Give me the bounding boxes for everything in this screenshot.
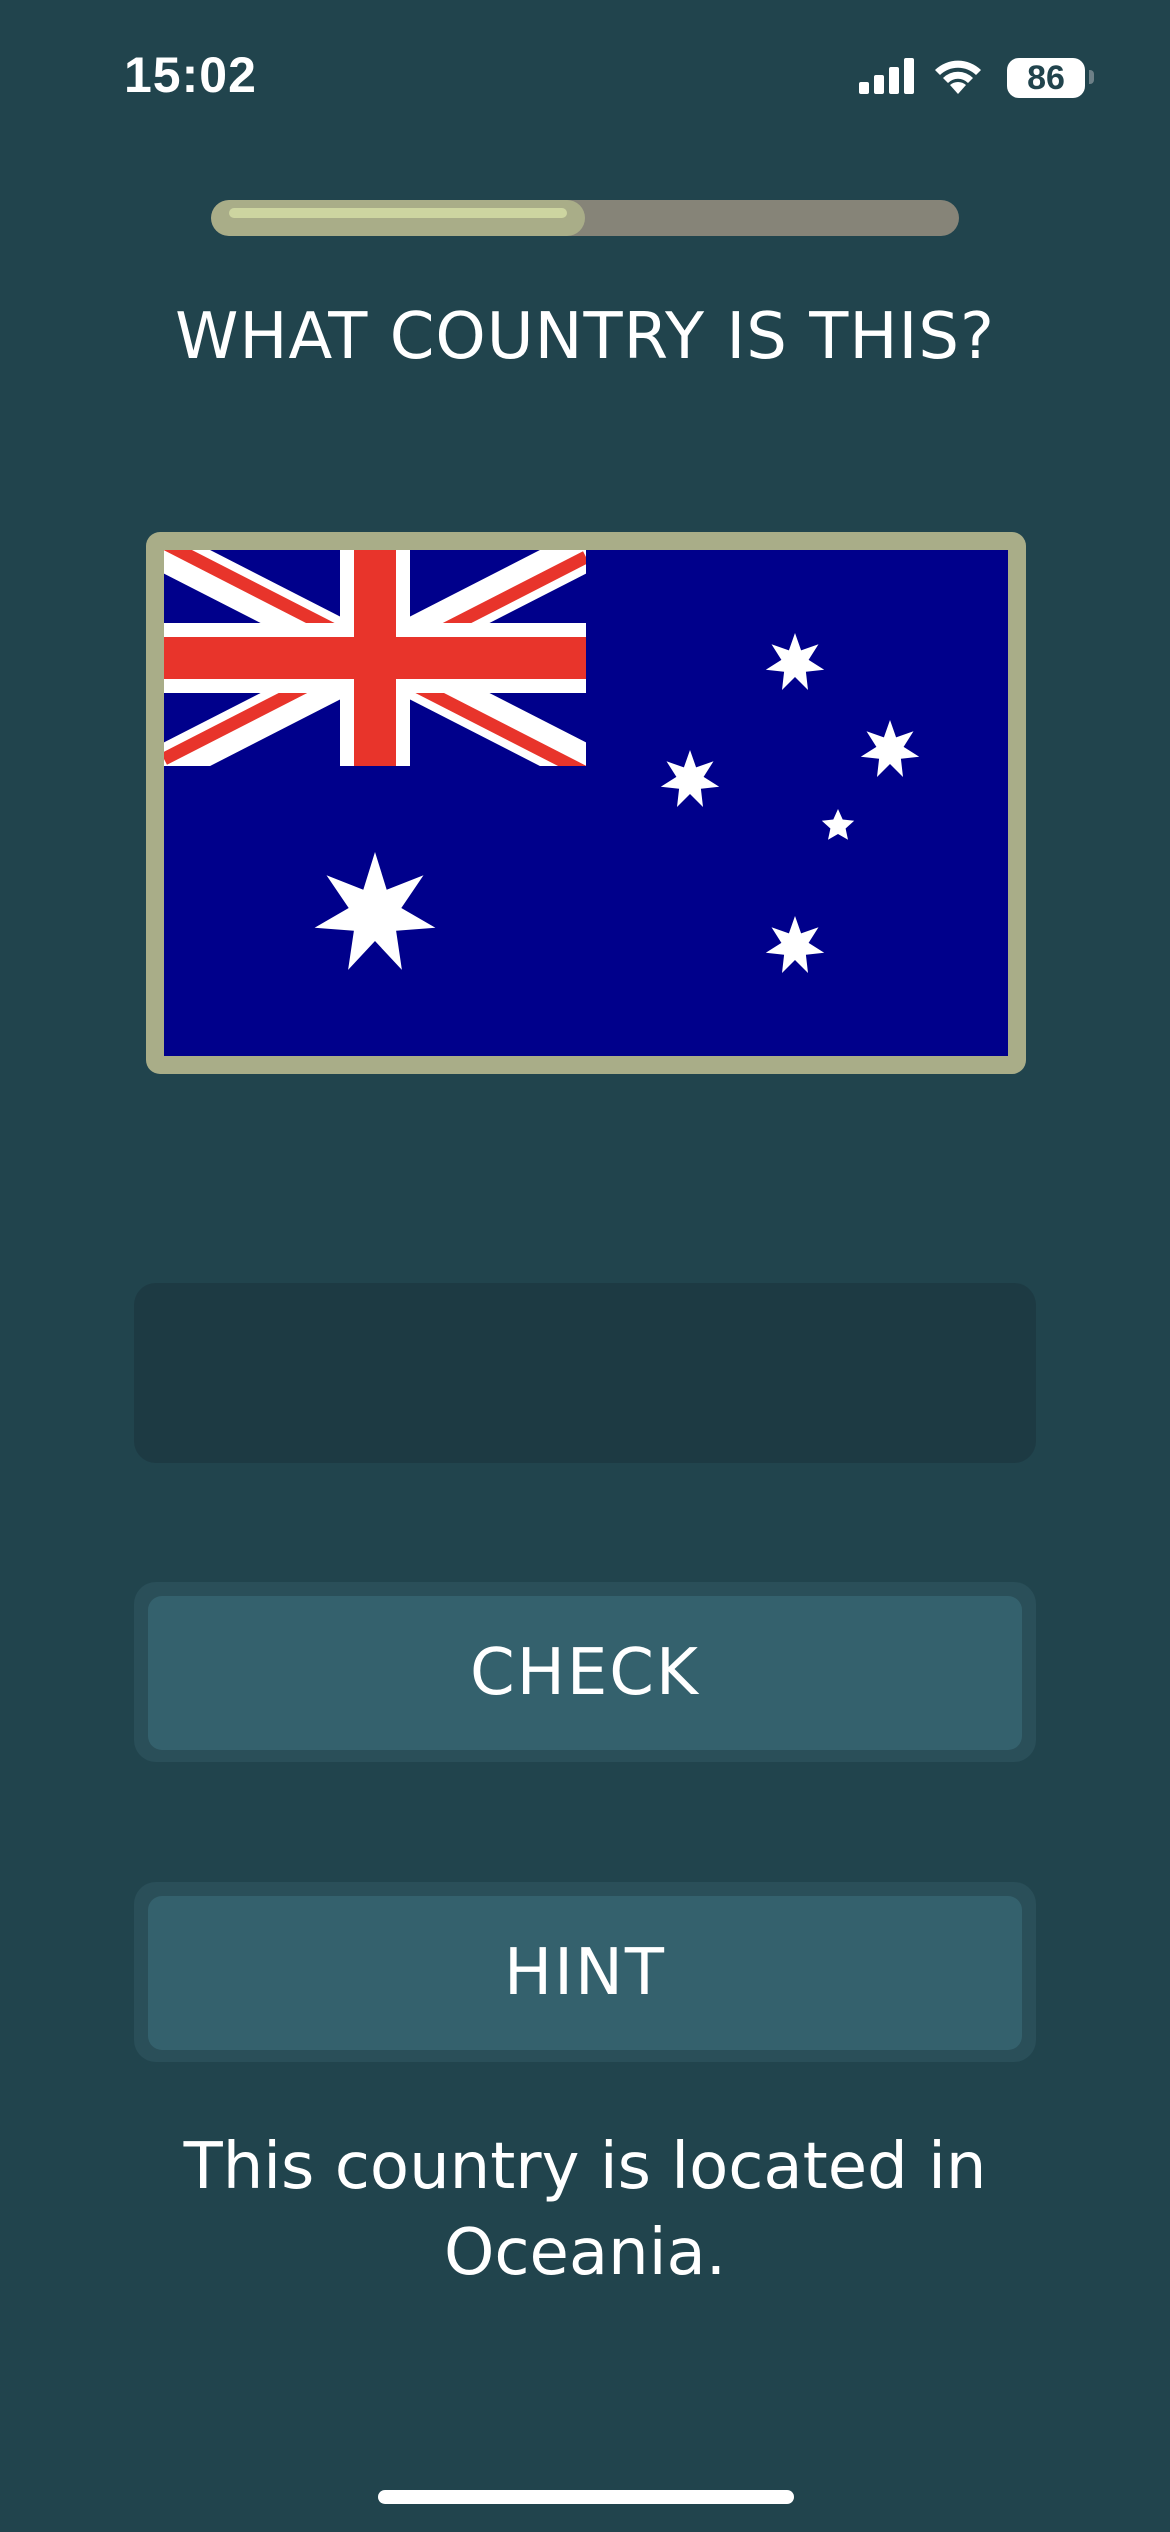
answer-input[interactable]: [134, 1283, 1036, 1463]
flag-frame: [146, 532, 1026, 1074]
australia-flag-icon: [164, 550, 1008, 1056]
progress-shine: [229, 208, 567, 218]
signal-icon: [859, 58, 914, 94]
battery-cap: [1089, 70, 1094, 84]
home-indicator: [378, 2490, 794, 2504]
battery-level: 86: [1027, 59, 1065, 97]
battery-icon: 86: [1007, 58, 1085, 98]
check-button[interactable]: CHECK: [134, 1582, 1036, 1762]
hint-text: This country is located in Oceania.: [183, 2130, 987, 2290]
progress-fill: [211, 200, 585, 236]
hint-button-label[interactable]: HINT: [148, 1896, 1022, 2050]
hint-button[interactable]: HINT: [134, 1882, 1036, 2062]
wifi-icon: [935, 60, 981, 94]
check-button-label[interactable]: CHECK: [148, 1596, 1022, 1750]
progress-bar: [211, 200, 959, 236]
status-bar: 15:02 86: [0, 0, 1170, 150]
status-time: 15:02: [124, 47, 257, 103]
question-title: WHAT COUNTRY IS THIS?: [175, 300, 995, 374]
